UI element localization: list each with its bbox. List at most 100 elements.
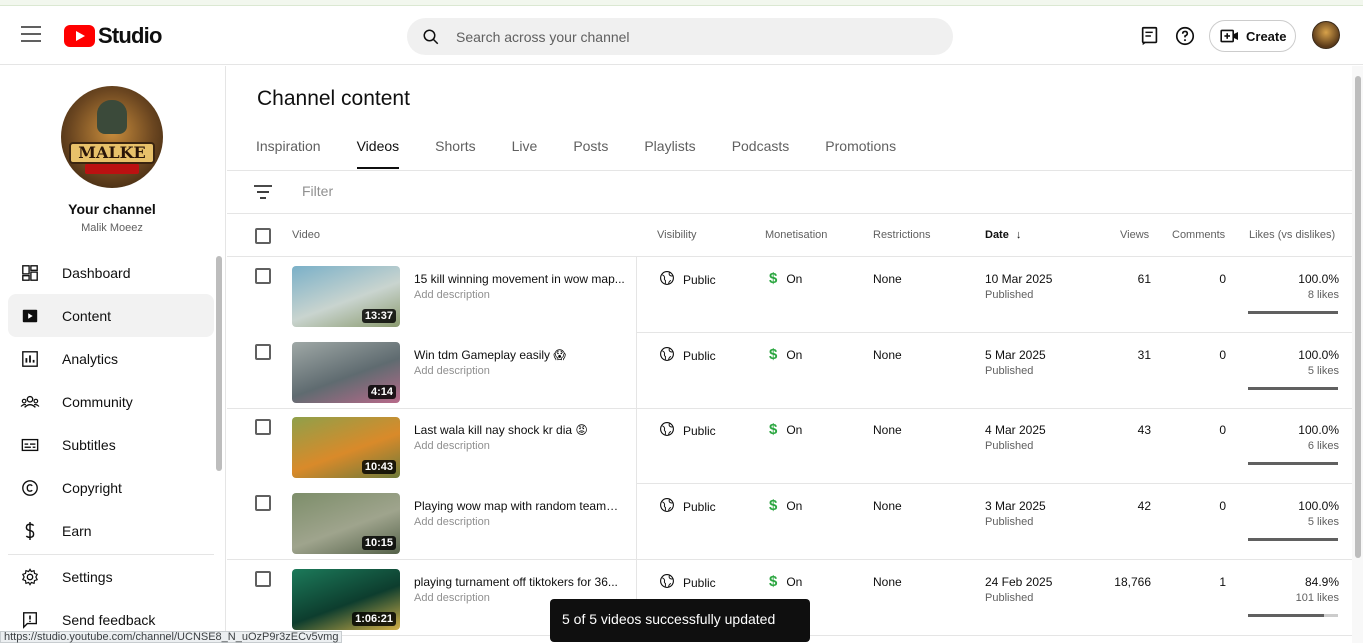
publish-date: 4 Mar 2025: [985, 423, 1046, 437]
row-checkbox[interactable]: [255, 571, 271, 587]
account-avatar[interactable]: [1312, 21, 1340, 49]
video-thumbnail[interactable]: 10:43: [292, 417, 400, 478]
likes-count: 6 likes: [1307, 440, 1339, 452]
tab-promotions[interactable]: Promotions: [825, 138, 896, 169]
likes-ratio-bar: [1248, 614, 1338, 617]
create-button[interactable]: Create: [1209, 20, 1296, 52]
video-title[interactable]: playing turnament off tiktokers for 36..…: [414, 575, 626, 589]
search-input[interactable]: [456, 28, 916, 45]
channel-name: Malik Moeez: [81, 222, 143, 234]
table-row[interactable]: 4:14 Win tdm Gameplay easily 😱 Add descrip…: [227, 333, 1352, 409]
video-thumbnail[interactable]: 1:06:21: [292, 569, 400, 630]
video-description: Add description: [414, 440, 490, 452]
sidebar-scrollbar[interactable]: [216, 256, 222, 471]
visibility-dropdown[interactable]: Public: [659, 270, 716, 289]
create-label: Create: [1246, 28, 1287, 44]
sidebar-item-analytics[interactable]: Analytics: [8, 337, 214, 380]
channel-avatar[interactable]: MALKE: [61, 86, 163, 188]
row-checkbox[interactable]: [255, 268, 271, 284]
table-row[interactable]: 10:15 Playing wow map with random teamm..…: [227, 484, 1352, 560]
sidebar-item-dashboard[interactable]: Dashboard: [8, 251, 214, 294]
restrictions-value: None: [873, 575, 902, 589]
sidebar-item-earn[interactable]: Earn: [8, 509, 214, 552]
comments-count: 0: [1219, 423, 1226, 437]
row-checkbox[interactable]: [255, 419, 271, 435]
page-title: Channel content: [257, 87, 410, 110]
filter-bar: [227, 171, 1352, 214]
sidebar-item-copyright[interactable]: Copyright: [8, 466, 214, 509]
content-icon: [20, 306, 40, 326]
video-thumbnail[interactable]: 4:14: [292, 342, 400, 403]
globe-icon: [659, 346, 675, 365]
video-title[interactable]: Last wala kill nay shock kr dia 😡: [414, 423, 626, 437]
column-monetisation[interactable]: Monetisation: [765, 229, 827, 241]
sidebar-item-label: Settings: [62, 568, 113, 585]
your-channel-label: Your channel: [68, 201, 156, 217]
monetisation-status[interactable]: $ On: [769, 421, 802, 438]
tab-shorts[interactable]: Shorts: [435, 138, 475, 169]
publish-date: 24 Feb 2025: [985, 575, 1053, 589]
views-count: 18,766: [1114, 575, 1151, 589]
sidebar-item-label: Subtitles: [62, 436, 116, 453]
monetisation-status[interactable]: $ On: [769, 270, 802, 287]
tab-posts[interactable]: Posts: [573, 138, 608, 169]
monetisation-label: On: [786, 422, 803, 437]
row-checkbox[interactable]: [255, 344, 271, 360]
likes-ratio-bar: [1248, 387, 1338, 390]
likes-ratio-fill: [1248, 462, 1338, 465]
tab-inspiration[interactable]: Inspiration: [256, 138, 321, 169]
table-row[interactable]: 13:37 15 kill winning movement in wow map…: [227, 257, 1352, 333]
monetisation-status[interactable]: $ On: [769, 497, 802, 514]
video-thumbnail[interactable]: 13:37: [292, 266, 400, 327]
tab-podcasts[interactable]: Podcasts: [732, 138, 790, 169]
search-bar[interactable]: [407, 18, 953, 55]
help-icon[interactable]: [1174, 25, 1196, 47]
tab-live[interactable]: Live: [512, 138, 538, 169]
likes-ratio-fill: [1248, 311, 1338, 314]
feedback-notes-icon[interactable]: [1139, 25, 1161, 47]
video-duration: 1:06:21: [352, 612, 396, 626]
column-views[interactable]: Views: [1120, 229, 1149, 241]
video-title[interactable]: Win tdm Gameplay easily 😱: [414, 348, 626, 362]
monetisation-label: On: [786, 347, 803, 362]
tab-playlists[interactable]: Playlists: [644, 138, 695, 169]
publish-status: Published: [985, 289, 1034, 301]
sidebar-item-subtitles[interactable]: Subtitles: [8, 423, 214, 466]
monetisation-status[interactable]: $ On: [769, 346, 802, 363]
column-restrictions[interactable]: Restrictions: [873, 229, 930, 241]
filter-icon[interactable]: [254, 185, 272, 199]
youtube-play-icon: [64, 25, 95, 47]
visibility-dropdown[interactable]: Public: [659, 497, 716, 516]
select-all-checkbox[interactable]: [255, 228, 271, 244]
globe-icon: [659, 421, 675, 440]
restrictions-value: None: [873, 423, 902, 437]
sidebar-item-community[interactable]: Community: [8, 380, 214, 423]
video-thumbnail[interactable]: 10:15: [292, 493, 400, 554]
visibility-dropdown[interactable]: Public: [659, 346, 716, 365]
column-comments[interactable]: Comments: [1172, 229, 1225, 241]
monetisation-label: On: [786, 498, 803, 513]
publish-status: Published: [985, 365, 1034, 377]
video-title[interactable]: Playing wow map with random teamm...: [414, 499, 626, 513]
video-title[interactable]: 15 kill winning movement in wow map...: [414, 272, 626, 286]
main-scrollbar[interactable]: [1355, 76, 1361, 558]
column-visibility[interactable]: Visibility: [657, 229, 697, 241]
publish-date: 3 Mar 2025: [985, 499, 1046, 513]
row-checkbox[interactable]: [255, 495, 271, 511]
column-likes[interactable]: Likes (vs dislikes): [1249, 229, 1335, 241]
sidebar-item-content[interactable]: Content: [8, 294, 214, 337]
monetisation-status[interactable]: $ On: [769, 573, 802, 590]
studio-logo[interactable]: Studio: [64, 23, 162, 49]
likes-ratio-bar: [1248, 538, 1338, 541]
tab-videos[interactable]: Videos: [356, 138, 400, 169]
visibility-dropdown[interactable]: Public: [659, 573, 716, 592]
dollar-icon: $: [769, 497, 778, 514]
column-date[interactable]: Date ↓: [985, 229, 1021, 241]
menu-icon[interactable]: [21, 26, 41, 42]
table-row[interactable]: 10:43 Last wala kill nay shock kr dia 😡 Ad…: [227, 408, 1352, 484]
main-content: Channel content Inspiration Videos Short…: [227, 66, 1352, 643]
filter-input[interactable]: [302, 183, 702, 199]
sidebar-item-settings[interactable]: Settings: [8, 555, 214, 598]
sidebar-item-label: Send feedback: [62, 611, 156, 628]
visibility-dropdown[interactable]: Public: [659, 421, 716, 440]
